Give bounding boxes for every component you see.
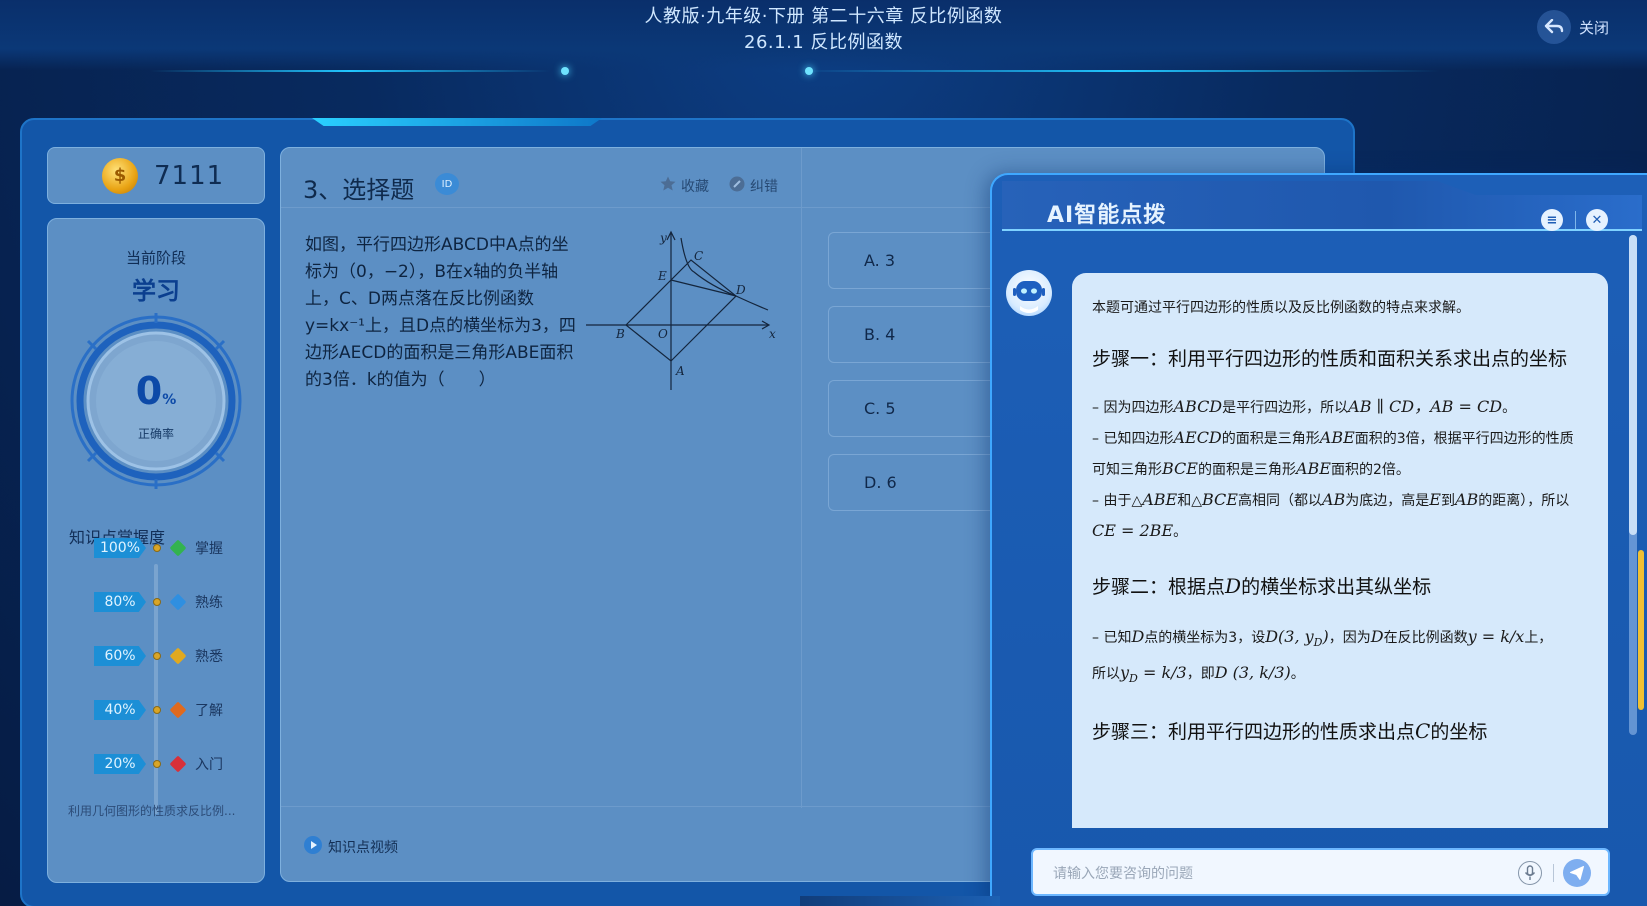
mastery-percent: 100% — [94, 538, 146, 558]
ai-question-input[interactable] — [1053, 862, 1493, 884]
ai-scrollbar[interactable] — [1629, 235, 1637, 735]
mastery-level-row: 100% 掌握 — [94, 538, 223, 558]
step1-title: 步骤一：利用平行四边形的性质和面积关系求出点的坐标 — [1092, 348, 1568, 370]
accuracy-label: 正确率 — [137, 427, 174, 441]
figure-label-b: B — [615, 327, 625, 341]
question-figure: y x C E D B O A — [586, 230, 776, 390]
step1-body: – 因为四边形ABCD是平行四边形，所以AB ∥ CD，AB = CD。 – 已… — [1092, 392, 1578, 547]
figure-label-d: D — [735, 283, 746, 297]
mastery-percent: 60% — [94, 646, 146, 666]
ai-scrollbar-thumb[interactable] — [1629, 235, 1637, 535]
mastery-level-row: 20% 入门 — [94, 754, 223, 774]
frame-tab-deco — [312, 118, 602, 126]
mastery-dot — [153, 598, 161, 606]
cube-icon — [169, 755, 187, 773]
knowledge-video-label: 知识点视频 — [328, 840, 398, 856]
coin-icon: $ — [102, 157, 138, 194]
step2-line1: – 已知D点的横坐标为3，设D(3, yD)，因为D在反比例函数y = k/x上… — [1092, 627, 1553, 649]
mastery-dot — [153, 544, 161, 552]
stage-label: 当前阶段 — [125, 249, 186, 267]
header-separator — [1575, 211, 1576, 229]
figure-label-o: O — [658, 327, 668, 341]
report-label: 纠错 — [750, 179, 778, 195]
coin-balance: $ 7111 — [47, 147, 265, 204]
question-title: 3、选择题 — [303, 176, 415, 204]
mastery-level-row: 80% 熟练 — [94, 592, 223, 612]
figure-label-c: C — [694, 249, 703, 263]
step1-line2: – 已知四边形AECD的面积是三角形ABE面积的3倍，根据平行四边形的性质可知三… — [1092, 428, 1574, 478]
mastery-dot — [153, 652, 161, 660]
knowledge-video-link[interactable]: 知识点视频 — [303, 835, 398, 859]
ai-question-input-box — [1031, 848, 1610, 896]
mastery-level-row: 60% 熟悉 — [94, 646, 223, 666]
header-deco-line-left — [150, 70, 550, 72]
list-icon[interactable]: ≡ — [1541, 209, 1563, 231]
header-deco-line-right — [800, 70, 1440, 72]
mastery-label: 入门 — [195, 757, 223, 773]
mastery-dot — [153, 760, 161, 768]
mastery-label: 熟练 — [195, 595, 223, 611]
id-badge-icon[interactable]: ID — [435, 173, 459, 195]
header-deco-dot — [561, 67, 569, 75]
step2-line2: 所以yD = k/3，即D (3, k/3)。 — [1092, 662, 1305, 685]
input-separator — [1553, 864, 1554, 882]
question-text: 如图，平行四边形ABCD中A点的坐标为（0，−2），B在x轴的负半轴上，C、D两… — [305, 235, 576, 390]
mastery-percent: 40% — [94, 700, 146, 720]
header-lesson-title: 26.1.1 反比例函数 — [744, 32, 903, 53]
cube-icon — [169, 647, 187, 665]
close-label: 关闭 — [1578, 18, 1609, 37]
side-accent-bar — [1638, 550, 1644, 710]
mastery-percent: 80% — [94, 592, 146, 612]
step2-title: 步骤二：根据点D的横坐标求出其纵坐标 — [1092, 574, 1432, 598]
back-arrow-icon — [1536, 10, 1571, 44]
step1-line3: – 由于△ABE和△BCE高相同（都以AB为底边，高是E到AB的距离），所以CE… — [1092, 490, 1570, 540]
figure-label-e: E — [657, 269, 667, 283]
ai-panel-title: AI智能点拨 — [1047, 203, 1167, 228]
mastery-label: 熟悉 — [195, 649, 223, 665]
mastery-label: 掌握 — [195, 541, 223, 557]
mastery-level-row: 40% 了解 — [94, 700, 223, 720]
coin-value: 7111 — [154, 160, 225, 191]
step2-body: – 已知D点的横坐标为3，设D(3, yD)，因为D在反比例函数y = k/x上… — [1092, 622, 1578, 694]
report-icon — [728, 175, 746, 197]
favorite-label: 收藏 — [681, 179, 709, 195]
header-course-title: 人教版·九年级·下册 第二十六章 反比例函数 — [644, 6, 1003, 27]
accuracy-value: 0% — [135, 369, 177, 413]
ai-message-bubble: 本题可通过平行四边形的性质以及反比例函数的特点来求解。 步骤一：利用平行四边形的… — [1072, 273, 1608, 828]
report-error-button[interactable]: 纠错 — [728, 175, 778, 197]
mastery-dot — [153, 706, 161, 714]
mastery-label: 了解 — [195, 703, 223, 719]
bottom-deco-bar — [800, 896, 1000, 906]
knowledge-point-name[interactable]: 利用几何图形的性质求反比例... — [68, 802, 248, 819]
cube-icon — [169, 701, 187, 719]
step3-title: 步骤三：利用平行四边形的性质求出点C的坐标 — [1092, 718, 1488, 743]
close-button[interactable]: 关闭 — [1536, 10, 1609, 44]
close-icon[interactable]: ✕ — [1586, 209, 1608, 231]
ai-hint-panel: AI智能点拨 ≡ ✕ 本题可通过平行四边形的性质以及反比例函数的特点来求解。 步… — [990, 173, 1647, 906]
cube-icon — [169, 539, 187, 557]
stage-panel: 当前阶段 学习 0% 正确率 知识点掌握度 100% 掌握 80% 熟练 60%… — [47, 218, 265, 883]
question-divider — [801, 148, 802, 808]
play-icon — [303, 835, 323, 859]
star-icon — [659, 175, 677, 197]
ai-intro: 本题可通过平行四边形的性质以及反比例函数的特点来求解。 — [1092, 300, 1470, 316]
mastery-percent: 20% — [94, 754, 146, 774]
step1-line1: – 因为四边形ABCD是平行四边形，所以AB ∥ CD，AB = CD。 — [1092, 397, 1517, 416]
cube-icon — [169, 593, 187, 611]
robot-avatar-icon — [1006, 270, 1052, 316]
favorite-button[interactable]: 收藏 — [659, 175, 709, 197]
send-icon[interactable] — [1563, 859, 1591, 887]
stage-value: 学习 — [132, 277, 180, 305]
figure-label-a: A — [675, 364, 685, 378]
microphone-icon[interactable] — [1518, 861, 1542, 885]
figure-label-y: y — [659, 231, 667, 245]
figure-label-x: x — [769, 327, 776, 341]
header-deco-dot — [805, 67, 813, 75]
